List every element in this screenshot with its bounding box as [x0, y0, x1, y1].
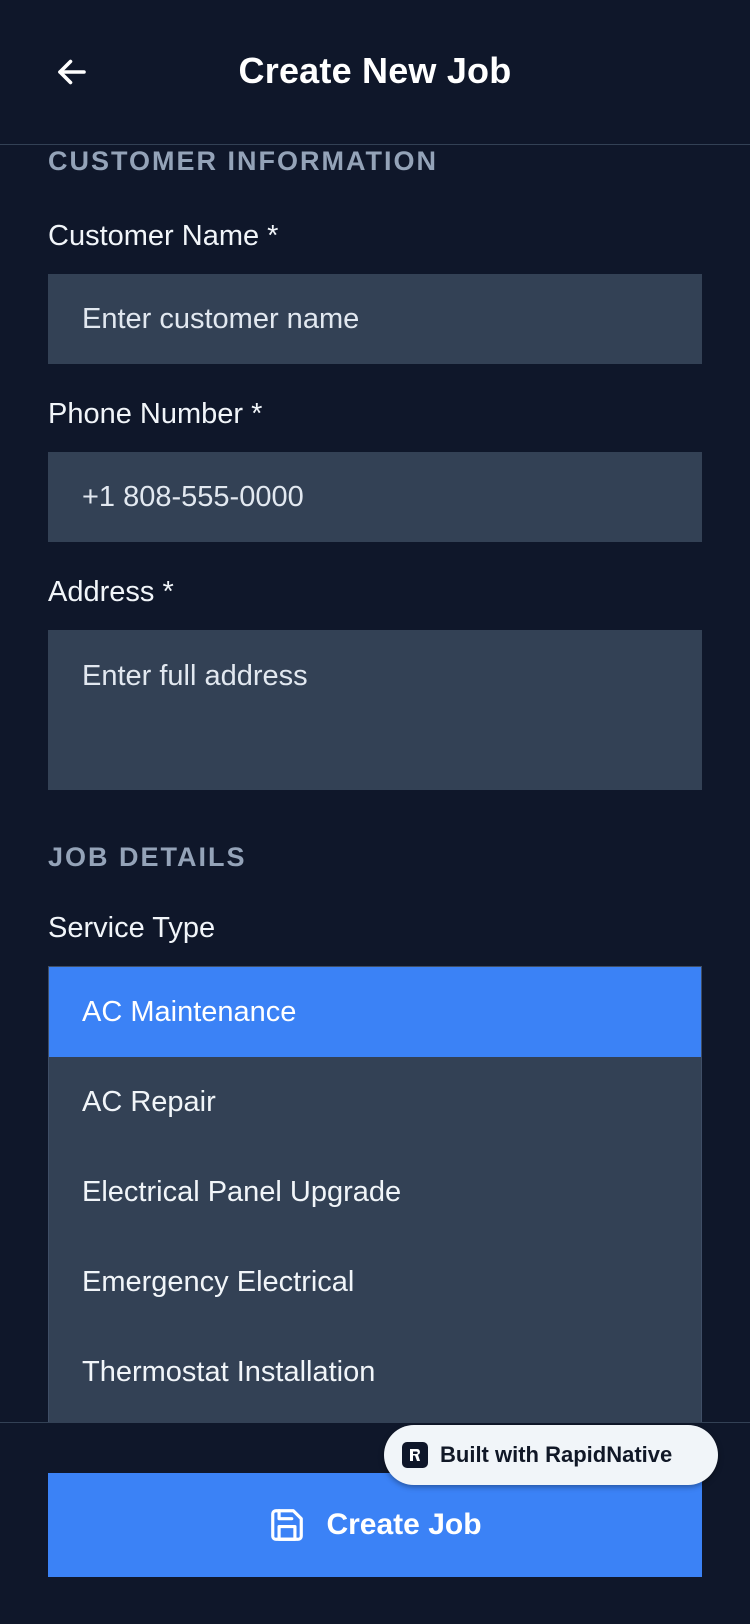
address-label: Address *	[48, 576, 174, 608]
rapidnative-logo-icon	[402, 1442, 428, 1468]
service-option-thermostat-installation[interactable]: Thermostat Installation	[49, 1327, 701, 1417]
job-details-section-title: JOB DETAILS	[48, 842, 247, 872]
create-job-button[interactable]: Create Job	[48, 1473, 702, 1577]
service-type-label: Service Type	[48, 912, 216, 944]
rapidnative-badge-label: Built with RapidNative	[440, 1442, 673, 1467]
rapidnative-badge[interactable]: Built with RapidNative	[384, 1425, 718, 1485]
customer-section-title: CUSTOMER INFORMATION	[48, 146, 438, 176]
customer-name-label: Customer Name *	[48, 220, 279, 252]
service-type-picker[interactable]: AC Maintenance AC Repair Electrical Pane…	[48, 966, 702, 1422]
page-title: Create New Job	[238, 50, 512, 91]
customer-name-input[interactable]	[48, 274, 702, 364]
address-input[interactable]	[48, 630, 702, 790]
phone-number-label: Phone Number *	[48, 398, 263, 430]
create-job-screen: Create New Job CUSTOMER INFORMATION Cust…	[0, 0, 750, 1624]
save-icon	[271, 1509, 304, 1541]
phone-number-input[interactable]	[48, 452, 702, 542]
service-option-electrical-panel-upgrade[interactable]: Electrical Panel Upgrade	[49, 1147, 701, 1237]
form-scroll-area[interactable]: CUSTOMER INFORMATION Customer Name * Pho…	[0, 146, 750, 1422]
service-option-emergency-electrical[interactable]: Emergency Electrical	[49, 1237, 701, 1327]
app-header: Create New Job	[0, 0, 750, 145]
service-option-ac-maintenance[interactable]: AC Maintenance	[49, 967, 701, 1057]
service-option-ac-repair[interactable]: AC Repair	[49, 1057, 701, 1147]
create-job-button-label: Create Job	[326, 1508, 482, 1541]
